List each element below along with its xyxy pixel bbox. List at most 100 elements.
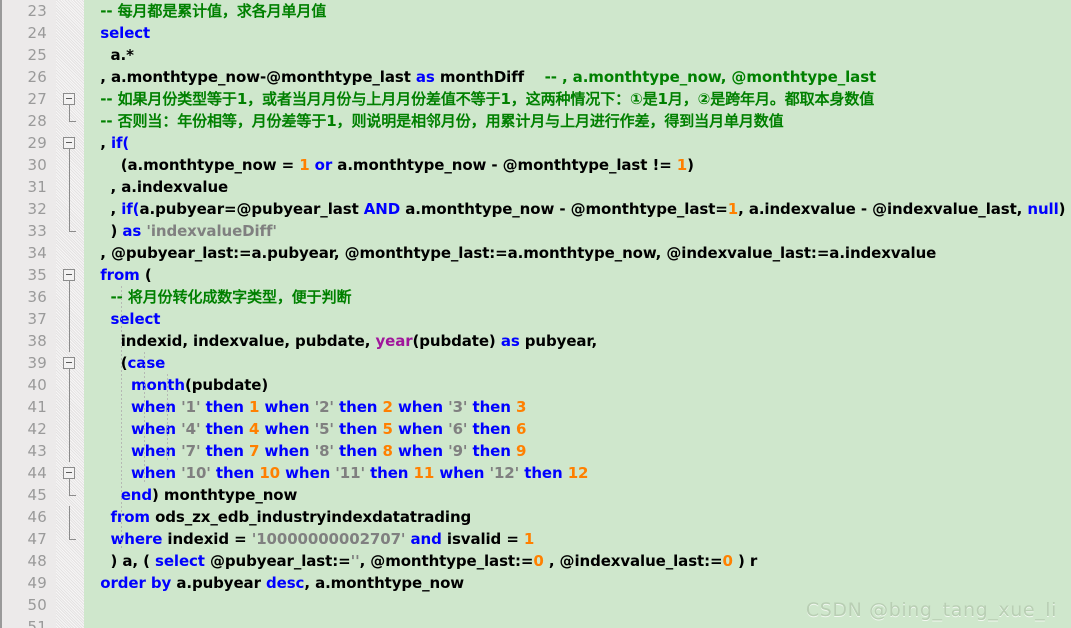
code-token-id	[90, 376, 131, 394]
code-token-id: ods_zx_edb_industryindexdatatrading	[149, 508, 472, 526]
code-line[interactable]: when '7' then 7 when '8' then 8 when '9'…	[84, 440, 1071, 462]
code-line[interactable]: when '10' then 10 when '11' then 11 when…	[84, 462, 1071, 484]
code-token-n: 6	[515, 420, 527, 438]
code-content-area[interactable]: -- 每月都是累计值，求各月单月值 select a.* , a.monthty…	[84, 0, 1071, 628]
code-token-id: , a.indexvalue - @indexvalue_last,	[738, 200, 1028, 218]
line-number: 51	[27, 618, 47, 628]
fold-toggle-button[interactable]	[63, 93, 75, 105]
code-line[interactable]: from (	[84, 264, 1071, 286]
code-token-id	[90, 398, 131, 416]
fold-row	[56, 616, 84, 628]
fold-row	[56, 308, 84, 330]
code-line[interactable]: -- 每月都是累计值，求各月单月值	[84, 0, 1071, 22]
code-token-k: then	[205, 420, 244, 438]
code-token-id	[90, 112, 100, 130]
code-token-k: then	[205, 398, 244, 416]
code-token-n: 1	[249, 398, 260, 416]
line-number: 23	[27, 2, 47, 20]
line-number: 32	[27, 200, 47, 218]
fold-toggle-button[interactable]	[63, 137, 75, 149]
code-token-id	[90, 420, 131, 438]
code-line[interactable]: where indexid = '10000000002707' and isv…	[84, 528, 1071, 550]
fold-row	[56, 242, 84, 264]
code-line[interactable]: , if(a.pubyear=@pubyear_last AND a.month…	[84, 198, 1071, 220]
sql-code-editor[interactable]: 23 24 25 26 27 28 29 30 31 32 33 34 35 36 37 38 39 40 41 42…	[0, 0, 1071, 628]
code-line[interactable]: (a.monthtype_now = 1 or a.monthtype_now …	[84, 154, 1071, 176]
code-token-id	[90, 464, 131, 482]
code-line[interactable]: a.*	[84, 44, 1071, 66]
line-number: 27	[27, 90, 47, 108]
code-line[interactable]: end) monthtype_now	[84, 484, 1071, 506]
code-token-id: a.monthtype_now - @monthtype_last=	[400, 200, 728, 218]
code-token-id	[90, 288, 111, 306]
fold-row	[56, 286, 84, 308]
fold-toggle-button[interactable]	[63, 269, 75, 281]
code-token-k: as	[500, 332, 520, 350]
code-line[interactable]	[84, 616, 1071, 628]
code-token-k: as	[415, 68, 435, 86]
code-token-s: 'indexvalueDiff'	[146, 222, 277, 240]
code-line[interactable]: select	[84, 22, 1071, 44]
fold-row	[56, 66, 84, 88]
code-line[interactable]: from ods_zx_edb_industryindexdatatrading	[84, 506, 1071, 528]
code-token-id: ) monthtype_now	[152, 486, 298, 504]
code-token-id: ) a, (	[90, 552, 155, 570]
code-token-n: 0	[722, 552, 733, 570]
fold-toggle-button[interactable]	[63, 467, 75, 479]
code-token-n: 1	[727, 200, 739, 218]
code-token-id	[90, 508, 111, 526]
code-token-k: then	[472, 442, 511, 460]
code-line[interactable]: , a.monthtype_now-@monthtype_last as mon…	[84, 66, 1071, 88]
code-token-id: a.pubyear	[171, 574, 266, 592]
code-fold-column[interactable]	[56, 0, 84, 628]
code-token-id: isvalid =	[441, 530, 524, 548]
code-line[interactable]: order by a.pubyear desc, a.monthtype_now	[84, 572, 1071, 594]
code-token-n: 1	[523, 530, 535, 548]
fold-connector-line	[69, 286, 70, 308]
code-line[interactable]: when '4' then 4 when '5' then 5 when '6'…	[84, 418, 1071, 440]
code-token-id: @pubyear_last:=	[204, 552, 351, 570]
code-token-id	[90, 2, 100, 20]
code-token-k: select	[100, 24, 151, 42]
code-line[interactable]: -- 如果月份类型等于1，或者当月月份与上月月份差值不等于1，这两种情况下：①是…	[84, 88, 1071, 110]
code-line[interactable]: , @pubyear_last:=a.pubyear, @monthtype_l…	[84, 242, 1071, 264]
code-token-n: 4	[249, 420, 260, 438]
line-number: 43	[27, 442, 47, 460]
code-token-k: when	[397, 398, 443, 416]
code-token-k: then	[339, 398, 378, 416]
fold-row	[56, 22, 84, 44]
code-line[interactable]: indexid, indexvalue, pubdate, year(pubda…	[84, 330, 1071, 352]
code-line[interactable]: , if(	[84, 132, 1071, 154]
code-token-k: when	[397, 420, 443, 438]
code-token-k: and	[410, 530, 442, 548]
fold-connector-line	[69, 506, 70, 528]
code-line[interactable]: -- 将月份转化成数字类型，便于判断	[84, 286, 1071, 308]
code-token-s: '12'	[489, 464, 520, 482]
code-token-k: when	[264, 398, 310, 416]
code-line[interactable]: select	[84, 308, 1071, 330]
indent-guide	[144, 352, 145, 484]
code-line[interactable]: , a.indexvalue	[84, 176, 1071, 198]
code-token-s: '11'	[335, 464, 365, 482]
code-token-k: then	[339, 442, 378, 460]
line-number: 46	[27, 508, 47, 526]
code-token-k: then	[472, 420, 511, 438]
fold-toggle-button[interactable]	[63, 357, 75, 369]
code-token-id	[90, 530, 111, 548]
fold-end-marker	[69, 495, 76, 496]
code-line[interactable]: -- 否则当：年份相等，月份差等于1，则说明是相邻月份，用累计月与上月进行作差，…	[84, 110, 1071, 132]
code-line[interactable]: ) as 'indexvalueDiff'	[84, 220, 1071, 242]
code-line[interactable]: month(pubdate)	[84, 374, 1071, 396]
code-token-id: indexid, indexvalue, pubdate,	[90, 332, 376, 350]
code-line[interactable]: (case	[84, 352, 1071, 374]
code-token-n: 7	[249, 442, 260, 460]
fold-connector-line	[69, 154, 70, 176]
code-token-id: , a.indexvalue	[90, 178, 229, 196]
code-token-n: 8	[382, 442, 393, 460]
code-line[interactable]: when '1' then 1 when '2' then 2 when '3'…	[84, 396, 1071, 418]
code-token-k: AND	[363, 200, 401, 218]
line-number: 29	[27, 134, 47, 152]
code-line[interactable]	[84, 594, 1071, 616]
code-token-k: then	[339, 420, 378, 438]
code-line[interactable]: ) a, ( select @pubyear_last:='', @montht…	[84, 550, 1071, 572]
